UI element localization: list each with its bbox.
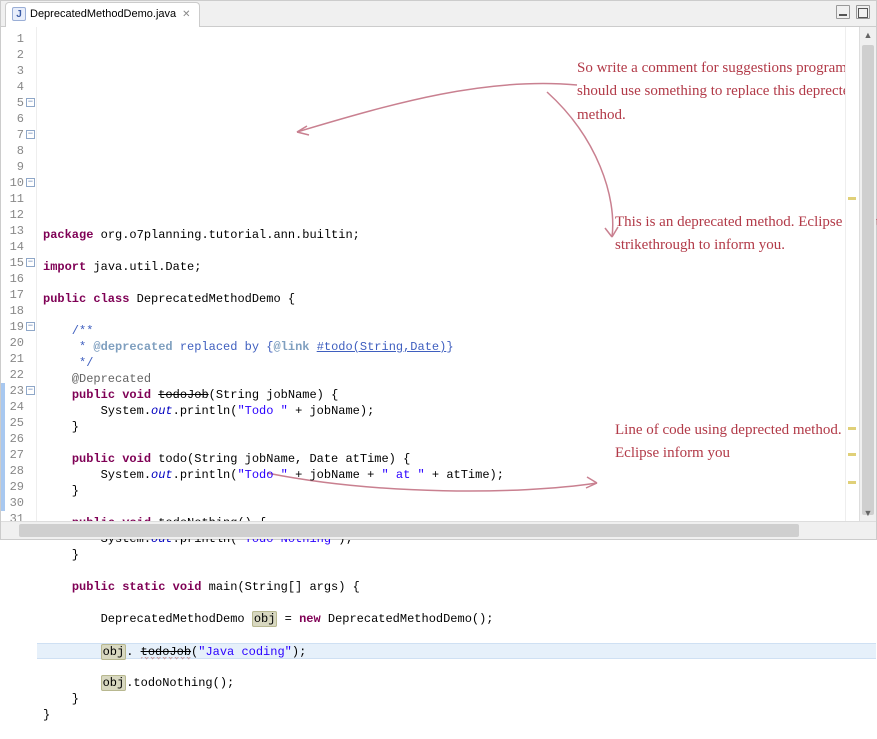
code-line[interactable] — [37, 307, 876, 323]
code-line[interactable] — [37, 499, 876, 515]
warning-marker[interactable] — [848, 197, 856, 200]
line-number: 2 — [1, 47, 36, 63]
line-number: 11 — [1, 191, 36, 207]
view-toolbar — [836, 5, 870, 19]
scrollbar-thumb[interactable] — [19, 524, 799, 537]
minimize-icon[interactable] — [836, 5, 850, 19]
warning-marker[interactable] — [848, 481, 856, 484]
code-line[interactable]: */ — [37, 355, 876, 371]
line-number: 3 — [1, 63, 36, 79]
code-line[interactable] — [37, 595, 876, 611]
scrollbar-thumb[interactable] — [862, 45, 874, 515]
line-number: 25 — [1, 415, 36, 431]
line-number: 28 — [1, 463, 36, 479]
tab-bar: J DeprecatedMethodDemo.java ✕ — [1, 1, 876, 27]
code-line[interactable] — [37, 275, 876, 291]
code-line[interactable]: /** — [37, 323, 876, 339]
horizontal-scrollbar[interactable] — [1, 521, 876, 539]
code-line[interactable] — [37, 723, 876, 739]
line-number: 21 — [1, 351, 36, 367]
line-number: 7− — [1, 127, 36, 143]
code-line[interactable]: DeprecatedMethodDemo obj = new Deprecate… — [37, 611, 876, 627]
code-line[interactable]: obj. todoJob("Java coding"); — [37, 643, 876, 659]
line-number: 13 — [1, 223, 36, 239]
code-line[interactable] — [37, 243, 876, 259]
scroll-up-icon[interactable]: ▲ — [860, 27, 876, 43]
code-line[interactable]: } — [37, 483, 876, 499]
line-number: 26 — [1, 431, 36, 447]
java-file-icon: J — [12, 7, 26, 21]
line-number: 30 — [1, 495, 36, 511]
maximize-icon[interactable] — [856, 5, 870, 19]
arrow-icon — [437, 87, 637, 247]
code-line[interactable]: public class DeprecatedMethodDemo { — [37, 291, 876, 307]
code-line[interactable]: } — [37, 547, 876, 563]
code-line[interactable]: System.out.println("Todo " + jobName); — [37, 403, 876, 419]
code-area[interactable]: So write a comment for suggestions progr… — [37, 27, 876, 521]
arrow-icon — [287, 77, 587, 147]
line-number: 19− — [1, 319, 36, 335]
line-number: 8 — [1, 143, 36, 159]
fold-toggle-icon[interactable]: − — [26, 178, 35, 187]
code-line[interactable] — [37, 563, 876, 579]
tab-filename: DeprecatedMethodDemo.java — [30, 8, 176, 20]
code-line[interactable]: } — [37, 707, 876, 723]
vertical-scrollbar[interactable]: ▲ ▼ — [859, 27, 876, 521]
code-line[interactable]: import java.util.Date; — [37, 259, 876, 275]
code-line[interactable]: System.out.println("Todo " + jobName + "… — [37, 467, 876, 483]
close-icon[interactable]: ✕ — [182, 9, 190, 20]
line-number: 15− — [1, 255, 36, 271]
fold-toggle-icon[interactable]: − — [26, 98, 35, 107]
scroll-down-icon[interactable]: ▼ — [860, 505, 876, 521]
overview-ruler[interactable] — [845, 27, 859, 521]
code-line[interactable]: package org.o7planning.tutorial.ann.buil… — [37, 227, 876, 243]
code-line[interactable]: obj.todoNothing(); — [37, 675, 876, 691]
line-number: 22 — [1, 367, 36, 383]
code-line[interactable] — [37, 627, 876, 643]
fold-toggle-icon[interactable]: − — [26, 130, 35, 139]
line-number: 10− — [1, 175, 36, 191]
code-line[interactable]: * @deprecated replaced by {@link #todo(S… — [37, 339, 876, 355]
code-line[interactable]: } — [37, 419, 876, 435]
line-number: 4 — [1, 79, 36, 95]
line-number: 5− — [1, 95, 36, 111]
line-number: 12 — [1, 207, 36, 223]
editor: 12345−67−8910−1112131415−16171819−202122… — [1, 27, 876, 521]
line-number: 18 — [1, 303, 36, 319]
line-number: 24 — [1, 399, 36, 415]
line-number: 17 — [1, 287, 36, 303]
line-number: 16 — [1, 271, 36, 287]
fold-toggle-icon[interactable]: − — [26, 322, 35, 331]
line-number: 6 — [1, 111, 36, 127]
editor-tab[interactable]: J DeprecatedMethodDemo.java ✕ — [5, 2, 200, 27]
line-number: 23− — [1, 383, 36, 399]
code-line[interactable] — [37, 435, 876, 451]
line-gutter: 12345−67−8910−1112131415−16171819−202122… — [1, 27, 37, 521]
annotation-comment: So write a comment for suggestions progr… — [577, 57, 877, 127]
line-number: 9 — [1, 159, 36, 175]
code-line[interactable]: public void todo(String jobName, Date at… — [37, 451, 876, 467]
code-line[interactable]: public void todoJob(String jobName) { — [37, 387, 876, 403]
code-line[interactable]: public static void main(String[] args) { — [37, 579, 876, 595]
fold-toggle-icon[interactable]: − — [26, 258, 35, 267]
code-line[interactable] — [37, 659, 876, 675]
line-number: 1 — [1, 31, 36, 47]
fold-toggle-icon[interactable]: − — [26, 386, 35, 395]
line-number: 20 — [1, 335, 36, 351]
code-line[interactable]: @Deprecated — [37, 371, 876, 387]
line-number: 14 — [1, 239, 36, 255]
code-line[interactable]: } — [37, 691, 876, 707]
warning-marker[interactable] — [848, 427, 856, 430]
line-number: 27 — [1, 447, 36, 463]
line-number: 29 — [1, 479, 36, 495]
warning-marker[interactable] — [848, 453, 856, 456]
